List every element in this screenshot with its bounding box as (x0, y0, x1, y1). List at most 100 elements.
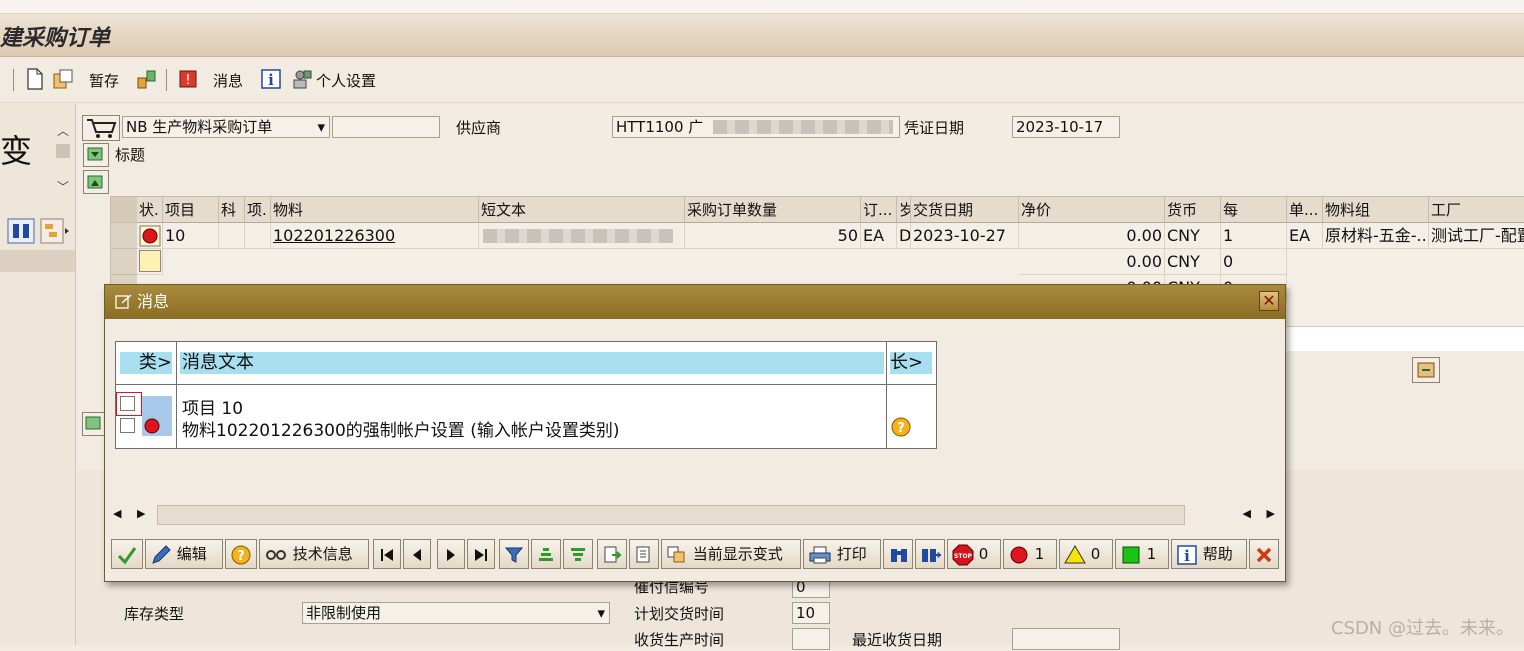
column-header-message-text[interactable]: 消息文本 (180, 352, 884, 374)
column-header-item[interactable]: 项目 (163, 197, 219, 223)
technical-info-button[interactable]: 技术信息 (259, 539, 369, 569)
scroll-right-end-icon[interactable]: ▶ (1267, 507, 1275, 520)
help-question-button[interactable]: ? (225, 539, 257, 569)
last-gr-field[interactable] (1012, 628, 1120, 650)
filter-button[interactable] (499, 539, 529, 569)
material-group-cell[interactable]: 原材料-五金-... (1323, 223, 1429, 249)
column-header-material[interactable]: 物料 (271, 197, 479, 223)
column-header-net-price[interactable]: 净价 (1019, 197, 1165, 223)
personal-settings-icon[interactable] (291, 68, 313, 90)
column-header-long-text[interactable]: 长> (890, 352, 932, 374)
delivery-date-cell[interactable]: 2023-10-27 (911, 223, 1019, 249)
messages-button[interactable]: 消息 (213, 70, 243, 91)
per-cell[interactable]: 0 (1221, 249, 1287, 275)
help-button[interactable]: i 帮助 (1171, 539, 1247, 569)
currency-cell[interactable]: CNY (1165, 249, 1221, 275)
status-cell[interactable] (137, 249, 163, 275)
first-page-button[interactable] (373, 539, 401, 569)
status-cell[interactable] (137, 223, 163, 249)
messages-icon[interactable]: ! (178, 68, 200, 90)
shopping-cart-icon[interactable] (82, 115, 120, 141)
scroll-up-icon[interactable]: ︿ (56, 124, 70, 138)
new-document-icon[interactable] (24, 68, 46, 90)
dropdown-arrow-icon[interactable]: ▾ (597, 603, 605, 623)
cancel-button[interactable] (1249, 539, 1279, 569)
column-header-material-group[interactable]: 物料组 (1323, 197, 1429, 223)
column-header-order-unit[interactable]: 订... (861, 197, 897, 223)
dialog-title-bar[interactable]: 消息 ✕ (105, 285, 1285, 319)
column-header-account[interactable]: 科 (219, 197, 245, 223)
column-header-po-quantity[interactable]: 采购订单数量 (685, 197, 861, 223)
unit-cell[interactable]: EA (1287, 223, 1323, 249)
document-type-select[interactable]: NB 生产物料采购订单 ▾ (122, 116, 330, 138)
filter-error-messages-button[interactable]: 1 (1003, 539, 1057, 569)
column-header-unit[interactable]: 单... (1287, 197, 1323, 223)
edit-button[interactable]: 编辑 (145, 539, 223, 569)
select-all-cell[interactable] (111, 197, 137, 223)
dropdown-arrow-icon[interactable]: ▾ (317, 117, 325, 137)
per-cell[interactable]: 1 (1221, 223, 1287, 249)
scroll-right-icon[interactable]: ▶ (137, 507, 145, 520)
net-price-cell[interactable]: 0.00 (1019, 223, 1165, 249)
short-text-cell[interactable] (479, 223, 685, 249)
column-header-plant[interactable]: 工厂 (1429, 197, 1524, 223)
message-text[interactable]: 物料102201226300的强制帐户设置 (输入帐户设置类别) (182, 416, 619, 441)
check-icon[interactable] (136, 68, 158, 90)
next-page-button[interactable] (437, 539, 465, 569)
document-number-field[interactable] (332, 116, 440, 138)
material-cell[interactable]: 102201226300 (271, 223, 479, 249)
plant-cell[interactable]: 测试工厂-配置 (1429, 223, 1524, 249)
item-number-cell[interactable]: 10 (163, 223, 219, 249)
continue-button[interactable] (111, 539, 143, 569)
column-header-short-text[interactable]: 短文本 (479, 197, 685, 223)
find-next-button[interactable] (915, 539, 945, 569)
column-header-date-cat[interactable]: 岁 (897, 197, 911, 223)
document-date-field[interactable]: 2023-10-17 (1012, 116, 1120, 138)
sort-ascending-button[interactable] (531, 539, 561, 569)
column-header-status[interactable]: 状. (137, 197, 163, 223)
item-detail-expand-icon[interactable] (82, 412, 106, 436)
message-checkbox[interactable] (120, 396, 135, 411)
personal-settings-button[interactable]: 个人设置 (316, 70, 376, 91)
column-header-item-cat[interactable]: 项. (245, 197, 271, 223)
scroll-left-end-icon[interactable]: ◀ (1243, 507, 1251, 520)
row-select-cell[interactable] (111, 223, 137, 249)
vendor-field[interactable]: HTT1100 广 (612, 116, 900, 138)
choose-layout-button[interactable] (629, 539, 659, 569)
find-button[interactable] (883, 539, 913, 569)
collapse-items-icon[interactable] (83, 170, 109, 194)
print-button[interactable]: 打印 (803, 539, 881, 569)
previous-page-button[interactable] (403, 539, 431, 569)
net-price-cell[interactable]: 0.00 (1019, 249, 1165, 275)
scroll-track[interactable] (157, 505, 1185, 525)
scroll-left-icon[interactable]: ◀ (113, 507, 121, 520)
date-cat-cell[interactable]: D (897, 223, 911, 249)
other-document-icon[interactable] (52, 68, 74, 90)
filter-stop-messages-button[interactable]: STOP 0 (947, 539, 1001, 569)
expand-header-icon[interactable] (83, 143, 109, 167)
export-button[interactable] (597, 539, 627, 569)
last-page-button[interactable] (467, 539, 495, 569)
stock-type-select[interactable]: 非限制使用 ▾ (302, 602, 610, 624)
info-icon[interactable]: i (260, 68, 282, 90)
account-cell[interactable] (219, 223, 245, 249)
po-quantity-cell[interactable]: 50 (685, 223, 861, 249)
order-unit-cell[interactable]: EA (861, 223, 897, 249)
planned-delivery-field[interactable]: 10 (792, 602, 830, 624)
column-header-currency[interactable]: 货币 (1165, 197, 1221, 223)
scroll-thumb[interactable] (56, 144, 70, 158)
filter-warning-messages-button[interactable]: 0 (1059, 539, 1113, 569)
column-header-delivery-date[interactable]: 交货日期 (911, 197, 1019, 223)
current-layout-button[interactable]: 当前显示变式 (661, 539, 801, 569)
row-select-cell[interactable] (111, 249, 137, 275)
dialog-close-button[interactable]: ✕ (1259, 291, 1279, 311)
tree-structure-icon[interactable] (40, 218, 70, 244)
item-detail-toggle-icon[interactable] (1412, 357, 1440, 383)
horizontal-scrollbar[interactable]: ◀ ▶ ◀ ▶ (111, 503, 1277, 527)
long-text-help-icon[interactable]: ? (890, 416, 914, 438)
message-checkbox[interactable] (120, 418, 135, 433)
column-header-per[interactable]: 每 (1221, 197, 1287, 223)
sort-descending-button[interactable] (563, 539, 593, 569)
column-header-type[interactable]: 类> (120, 352, 172, 374)
item-cat-cell[interactable] (245, 223, 271, 249)
